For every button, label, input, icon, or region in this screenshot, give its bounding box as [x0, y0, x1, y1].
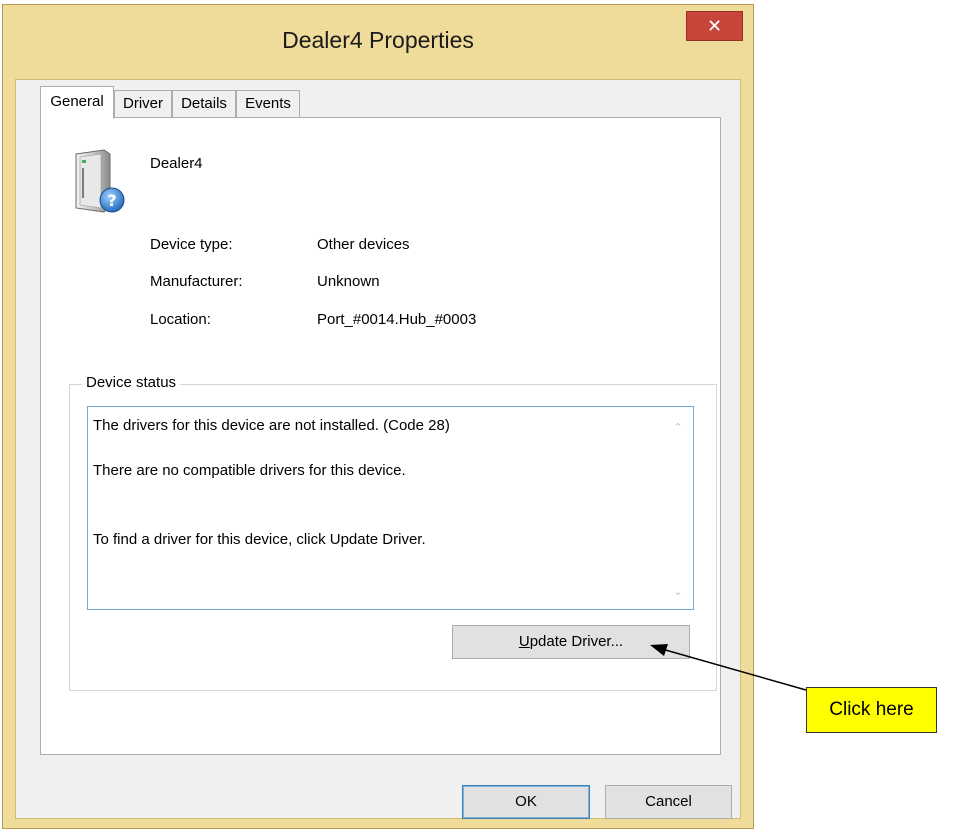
tab-general[interactable]: General	[40, 86, 114, 119]
click-here-callout: Click here	[806, 687, 937, 733]
